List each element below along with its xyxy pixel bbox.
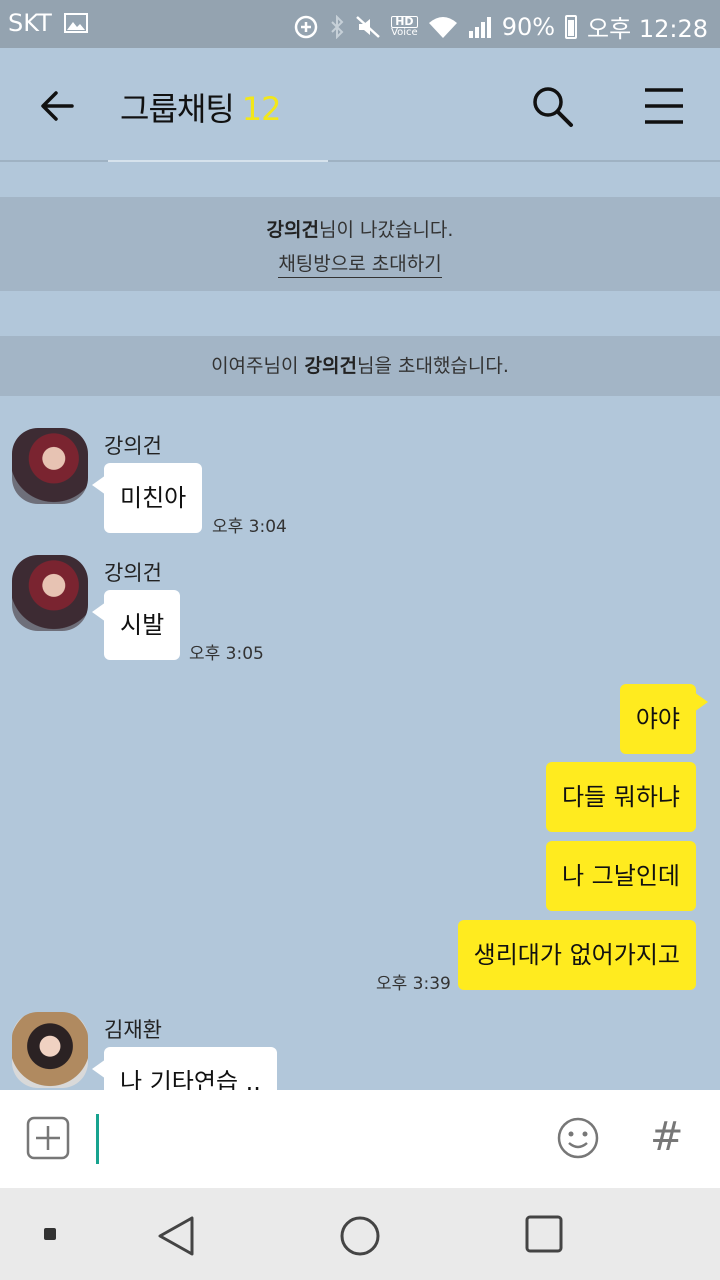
my-message-bubble[interactable]: 나 그날인데 <box>545 841 696 911</box>
sender-name: 강의건 <box>104 561 162 585</box>
title-underline <box>108 160 328 162</box>
emoji-icon[interactable] <box>556 1116 600 1160</box>
menu-icon[interactable] <box>642 84 686 128</box>
leave-notice: 강의건님이 나갔습니다. 채팅방으로 초대하기 <box>0 197 720 291</box>
carrier-label: SKT <box>8 9 52 37</box>
my-message-bubble[interactable]: 야야 <box>619 684 709 754</box>
chat-title: 그룹채팅 12 <box>120 84 282 130</box>
avatar[interactable] <box>12 1012 88 1088</box>
battery-icon <box>565 14 578 39</box>
nav-back-icon[interactable] <box>154 1214 198 1258</box>
avatar[interactable] <box>12 555 88 631</box>
nav-home-icon[interactable] <box>338 1214 382 1258</box>
my-message-bubble[interactable]: 다들 뭐하냐 <box>545 762 696 832</box>
signal-icon <box>468 16 491 38</box>
avatar[interactable] <box>12 428 88 504</box>
left-user-name: 강의건 <box>266 219 319 241</box>
invited-user-name: 강의건 <box>304 355 357 377</box>
battery-percent: 90% <box>501 12 556 41</box>
chat-title-text: 그룹채팅 <box>120 90 235 128</box>
message-time: 오후 3:04 <box>212 517 287 537</box>
message-input-bar: # <box>0 1090 720 1188</box>
hashtag-search-button[interactable]: # <box>650 1112 684 1162</box>
member-count: 12 <box>241 90 282 128</box>
gallery-icon <box>63 13 88 33</box>
navigation-bar <box>0 1188 720 1280</box>
mute-icon <box>356 15 380 38</box>
sender-name: 김재환 <box>104 1018 162 1042</box>
message-bubble[interactable]: 미친아 <box>91 463 203 533</box>
my-message-bubble[interactable]: 생리대가 없어가지고 <box>457 920 696 990</box>
invited-text: 님을 초대했습니다. <box>356 355 509 377</box>
message-time: 오후 3:39 <box>376 974 451 994</box>
invite-notice: 이여주님이 강의건님을 초대했습니다. <box>0 336 720 396</box>
inviter-text: 이여주님이 <box>211 355 305 377</box>
nav-recent-apps-icon[interactable] <box>524 1214 564 1254</box>
clock: 오후 12:28 <box>587 15 708 43</box>
message-bubble[interactable]: 시발 <box>91 590 181 660</box>
bluetooth-icon <box>331 14 344 39</box>
data-saver-icon <box>294 15 318 38</box>
invite-link[interactable]: 채팅방으로 초대하기 <box>278 253 442 278</box>
wifi-icon <box>428 16 457 38</box>
back-arrow-icon[interactable] <box>36 84 80 128</box>
add-attachment-icon[interactable] <box>26 1116 70 1160</box>
message-time: 오후 3:05 <box>189 644 264 664</box>
text-cursor <box>96 1114 99 1164</box>
status-bar: SKT HD Voice 90% 오후 12:28 <box>0 0 720 48</box>
left-text: 님이 나갔습니다. <box>319 219 454 241</box>
search-icon[interactable] <box>530 84 574 128</box>
hd-voice-icon: HD Voice <box>391 14 418 38</box>
sender-name: 강의건 <box>104 434 162 458</box>
nav-dot-icon[interactable] <box>44 1228 56 1240</box>
chat-header: 그룹채팅 12 <box>0 48 720 162</box>
message-input[interactable] <box>104 1114 534 1164</box>
